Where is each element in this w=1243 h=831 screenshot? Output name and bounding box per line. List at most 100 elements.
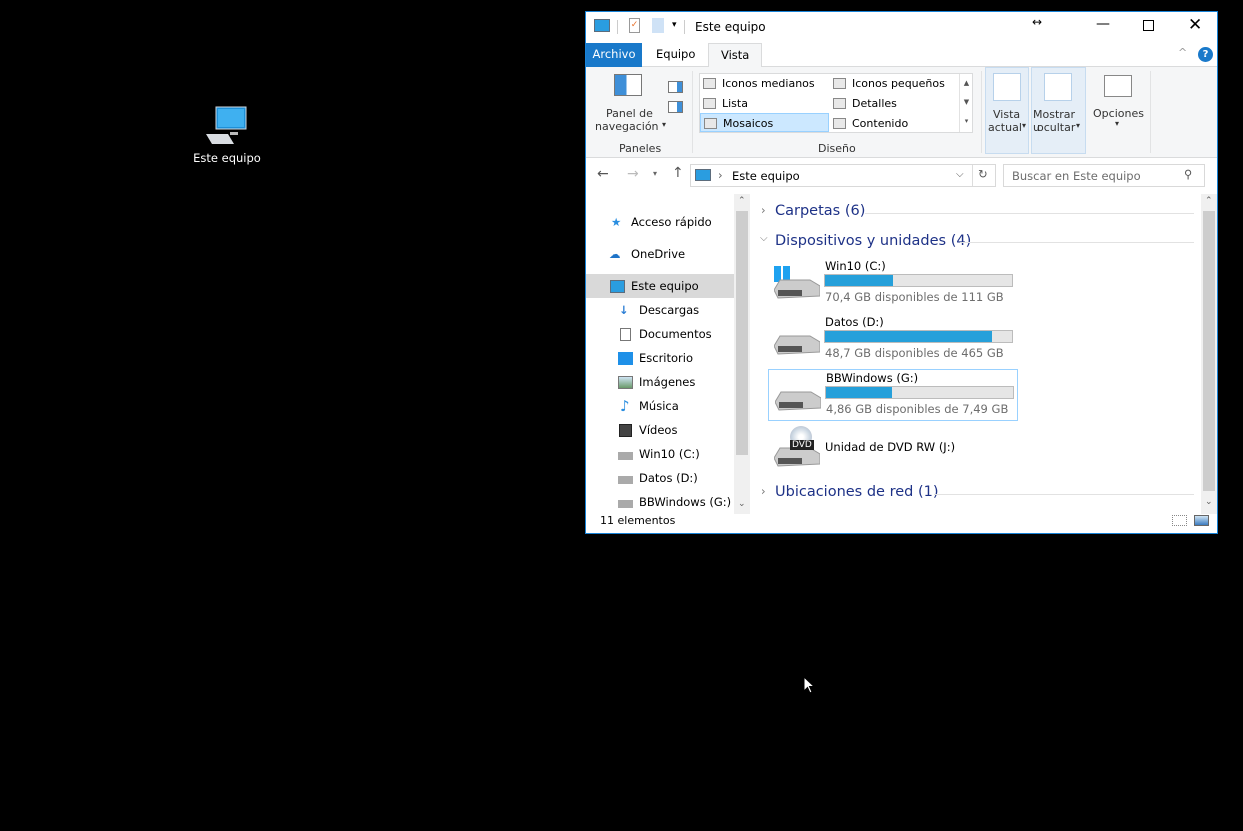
group-label-layout: Diseño <box>818 142 856 155</box>
nav-item-escritorio[interactable]: Escritorio <box>586 346 734 370</box>
drive-free-space: 4,86 GB disponibles de 7,49 GB <box>826 402 1009 416</box>
up-button[interactable]: ↑ <box>672 165 684 181</box>
nav-pane-label-1: Panel de <box>606 107 653 120</box>
collapse-ribbon-icon[interactable]: ^ <box>1178 46 1187 59</box>
nav-item-bbwindows-g[interactable]: BBWindows (G:) <box>586 490 734 514</box>
back-button[interactable]: ← <box>597 166 609 182</box>
drive-usage-fill <box>825 275 894 286</box>
current-view-icon <box>993 73 1021 101</box>
drive-usage-bar <box>824 274 1013 287</box>
ribbon-tabs: Archivo Equipo Vista ^ ? <box>586 43 1217 68</box>
close-button[interactable]: ✕ <box>1188 15 1202 35</box>
search-box[interactable]: Buscar en Este equipo ⚲ <box>1003 164 1205 187</box>
layout-content[interactable]: Contenido <box>830 114 959 133</box>
download-icon: ↓ <box>619 303 629 317</box>
navigation-pane-button[interactable]: Panel de navegación ▾ <box>592 67 672 135</box>
group-label-panes: Paneles <box>619 142 662 155</box>
navigation-pane-icon <box>614 74 642 96</box>
video-icon <box>619 424 632 437</box>
details-pane-icon[interactable] <box>668 101 683 113</box>
address-dropdown-icon[interactable]: ⌵ <box>956 169 964 180</box>
nav-pane-label-2: navegación <box>595 120 659 133</box>
gallery-scroll[interactable]: ▲ ▼ ▾ <box>959 74 973 132</box>
drive-usage-fill <box>826 387 892 398</box>
group-header-folders[interactable]: Carpetas (6) <box>775 203 865 219</box>
nav-item-datos-d[interactable]: Datos (D:) <box>586 466 734 490</box>
dvd-label: DVD <box>790 440 814 450</box>
large-icons-view-icon[interactable] <box>1194 515 1209 526</box>
group-header-devices[interactable]: Dispositivos y unidades (4) <box>775 233 971 249</box>
hard-drive-icon <box>774 388 822 412</box>
group-header-network[interactable]: Ubicaciones de red (1) <box>775 484 939 500</box>
drive-name: BBWindows (G:) <box>826 371 919 385</box>
nav-item-este-equipo[interactable]: Este equipo <box>586 274 734 298</box>
quick-access-dropdown-icon[interactable]: ▾ <box>672 20 677 30</box>
nav-item-musica[interactable]: ♪ Música <box>586 394 734 418</box>
content-pane: › Carpetas (6) ⌵ Dispositivos y unidades… <box>752 194 1218 514</box>
help-icon[interactable]: ? <box>1198 47 1213 62</box>
nav-item-documentos[interactable]: Documentos <box>586 322 734 346</box>
content-scrollbar[interactable]: ⌃ ⌄ <box>1201 194 1217 514</box>
desktop-icon <box>618 352 633 365</box>
recent-locations-button[interactable]: ▾ <box>653 169 657 178</box>
mouse-cursor-icon <box>803 676 816 694</box>
layout-details[interactable]: Detalles <box>830 94 959 113</box>
drive-free-space: 48,7 GB disponibles de 465 GB <box>825 346 1004 360</box>
address-path[interactable]: Este equipo <box>732 169 800 183</box>
cloud-icon: ☁ <box>609 247 621 261</box>
nav-item-videos[interactable]: Vídeos <box>586 418 734 442</box>
window-title: Este equipo <box>695 20 766 34</box>
nav-item-onedrive[interactable]: ☁ OneDrive <box>586 242 734 266</box>
search-icon: ⚲ <box>1184 167 1193 181</box>
nav-item-win10-c[interactable]: Win10 (C:) <box>586 442 734 466</box>
preview-pane-icon[interactable] <box>668 81 683 93</box>
drive-tile-d[interactable]: Datos (D:) 48,7 GB disponibles de 465 GB <box>768 314 1018 366</box>
nav-item-imagenes[interactable]: Imágenes <box>586 370 734 394</box>
hard-drive-icon <box>773 332 821 356</box>
expand-chevron-icon[interactable]: › <box>761 203 766 217</box>
drive-tile-g[interactable]: BBWindows (G:) 4,86 GB disponibles de 7,… <box>768 369 1018 421</box>
collapse-chevron-icon[interactable]: ⌵ <box>760 233 768 244</box>
nav-item-descargas[interactable]: ↓ Descargas <box>586 298 734 322</box>
tab-vista[interactable]: Vista <box>708 43 763 68</box>
computer-icon <box>206 106 247 144</box>
drive-name: Unidad de DVD RW (J:) <box>825 440 956 454</box>
new-folder-icon[interactable] <box>652 18 664 33</box>
title-bar: ✓ ▾ Este equipo ↔ — ✕ <box>586 12 1217 43</box>
nav-scrollbar[interactable]: ⌃ ⌄ <box>734 194 750 514</box>
drive-tile-dvd[interactable]: DVD Unidad de DVD RW (J:) <box>768 426 1018 478</box>
address-bar[interactable]: › Este equipo ⌵ ↻ <box>690 164 996 187</box>
layout-small-icons[interactable]: Iconos pequeños <box>830 74 959 93</box>
tab-archivo[interactable]: Archivo <box>586 43 642 67</box>
minimize-button[interactable]: — <box>1096 16 1110 32</box>
refresh-button[interactable]: ↻ <box>978 167 988 181</box>
forward-button[interactable]: → <box>627 166 639 182</box>
show-hide-button[interactable]: Mostrar u ocultar ▾ <box>1031 67 1086 154</box>
status-item-count: 11 elementos <box>600 514 676 527</box>
drive-usage-fill <box>825 331 993 342</box>
resize-cursor-icon: ↔ <box>1032 15 1043 29</box>
details-view-icon[interactable] <box>1172 515 1187 526</box>
current-view-button[interactable]: Vista actual ▾ <box>985 67 1029 154</box>
pictures-icon <box>618 376 633 389</box>
drive-icon <box>618 476 633 484</box>
drive-free-space: 70,4 GB disponibles de 111 GB <box>825 290 1004 304</box>
drive-usage-bar <box>824 330 1013 343</box>
expand-chevron-icon[interactable]: › <box>761 484 766 498</box>
drive-tile-c[interactable]: Win10 (C:) 70,4 GB disponibles de 111 GB <box>768 258 1018 310</box>
layout-tiles[interactable]: Mosaicos <box>700 113 829 132</box>
computer-icon <box>594 19 610 32</box>
nav-item-acceso-rapido[interactable]: ★ Acceso rápido <box>586 210 734 234</box>
layout-medium-icons[interactable]: Iconos medianos <box>700 74 829 93</box>
maximize-button[interactable] <box>1143 20 1154 31</box>
tab-equipo[interactable]: Equipo <box>644 43 707 67</box>
content-scrollbar-thumb[interactable] <box>1203 211 1215 491</box>
desktop-icon-este-equipo[interactable]: Este equipo <box>190 104 264 165</box>
drive-icon <box>618 452 633 460</box>
drive-name: Win10 (C:) <box>825 259 886 273</box>
nav-scrollbar-thumb[interactable] <box>736 211 748 455</box>
properties-icon[interactable]: ✓ <box>629 18 640 33</box>
options-button[interactable]: Opciones ▾ <box>1090 67 1146 135</box>
ribbon: Panel de navegación ▾ Paneles Iconos med… <box>586 67 1217 158</box>
layout-list[interactable]: Lista <box>700 94 829 113</box>
